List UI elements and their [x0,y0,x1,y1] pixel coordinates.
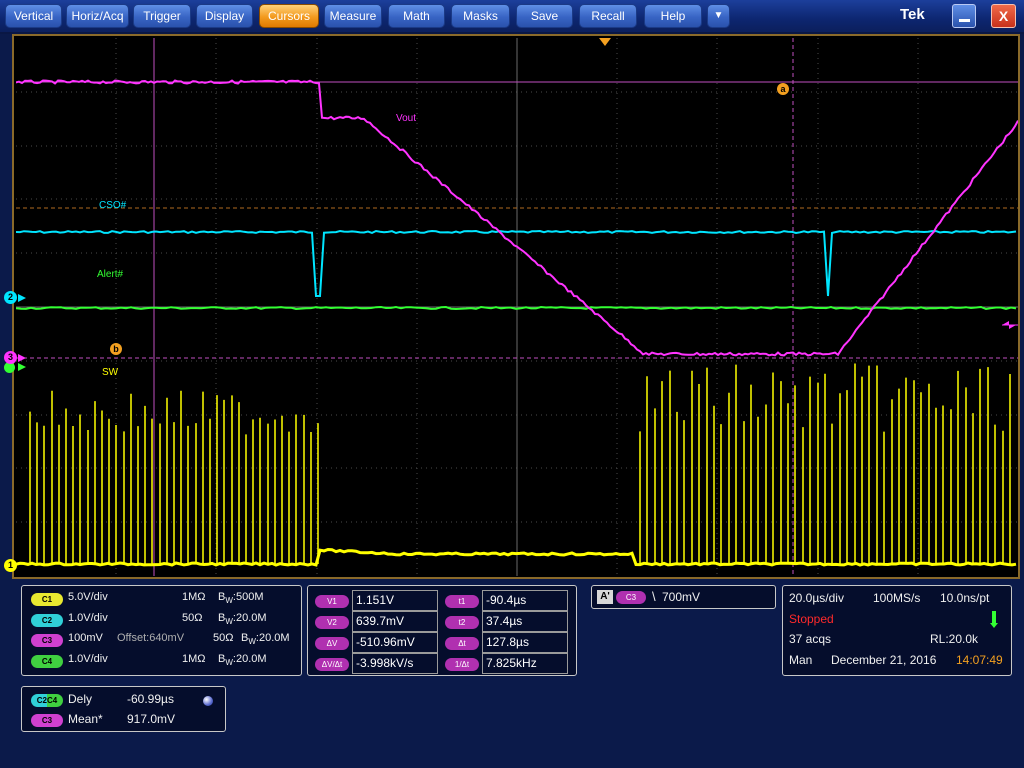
menu-cursors-button[interactable]: Cursors [259,4,319,28]
v2-value: 639.7mV [352,611,438,632]
ch1-ground-marker[interactable]: 1 [4,559,17,572]
t1-badge: t1 [445,595,479,608]
menu-math-button[interactable]: Math [388,4,445,28]
measurement-panel[interactable]: C2C4 Dely -60.99µs C3 Mean* 917.0mV [21,686,226,732]
acquisition-panel[interactable]: 20.0µs/div 100MS/s 10.0ns/pt Stopped 37 … [782,585,1012,676]
t1-value: -90.4µs [482,590,568,611]
t2-value: 37.4µs [482,611,568,632]
timebase: 20.0µs/div [789,591,844,605]
trace-ch1-sw [16,363,1017,567]
ch1-badge[interactable]: C1 [31,593,63,606]
ch3-impedance: 50Ω [213,632,234,644]
v1-value: 1.151V [352,590,438,611]
close-button[interactable]: X [991,4,1016,28]
ch3-arrow-icon [18,354,26,362]
trigger-mode-badge: A' [597,590,613,604]
dt-badge: Δt [445,637,479,650]
trigger-slope-icon: \ [652,589,656,604]
menu-vertical-button[interactable]: Vertical [5,4,62,28]
menu-display-button[interactable]: Display [196,4,253,28]
meas1-name: Dely [68,692,93,706]
trigger-panel[interactable]: A' C3 \ 700mV [591,585,776,609]
ch4-bandwidth: BW:20.0M [218,653,267,668]
ch4-arrow-icon [18,363,26,371]
ch1-scale: 5.0V/div [68,591,108,603]
ch2-scale: 1.0V/div [68,612,108,624]
dvdt-value: -3.998kV/s [352,653,438,674]
brand-logo: Tek [900,6,925,23]
v1-badge: V1 [315,595,349,608]
meas2-value: 917.0mV [127,712,176,726]
acq-mode: Man [789,653,813,667]
acq-time: 14:07:49 [956,653,1003,667]
cso-label: CSO# [99,200,127,211]
dv-value: -510.96mV [352,632,438,653]
resolution: 10.0ns/pt [940,591,990,605]
menu-masks-button[interactable]: Masks [451,4,510,28]
v2-badge: V2 [315,616,349,629]
ch2-impedance: 50Ω [182,612,203,624]
meas1-source-badge: C2C4 [31,694,63,707]
trigger-source-badge: C3 [616,591,646,604]
dvdt-badge: ΔV/Δt [315,658,349,671]
ch3-badge[interactable]: C3 [31,634,63,647]
menu-save-button[interactable]: Save [516,4,573,28]
cursor-b-tag[interactable]: b [110,343,122,355]
minimize-icon [959,19,970,22]
minimize-button[interactable] [952,4,976,28]
inv-dt-value: 7.825kHz [482,653,568,674]
acq-count: 37 acqs [789,632,832,646]
sample-rate: 100MS/s [873,591,921,605]
ch4-impedance: 1MΩ [182,653,206,665]
t2-badge: t2 [445,616,479,629]
menu-measure-button[interactable]: Measure [324,4,382,28]
menu-help-button[interactable]: Help [644,4,702,28]
acq-date: December 21, 2016 [831,653,937,667]
inv-dt-badge: 1/Δt [445,658,479,671]
vout-label: Vout [396,113,417,124]
trigger-level: 700mV [662,590,701,604]
ch4-scale: 1.0V/div [68,653,108,665]
info-icon[interactable] [203,696,213,706]
meas2-source-badge: C3 [31,714,63,727]
record-length: RL:20.0k [930,632,979,646]
cursor-a-tag[interactable]: a [777,83,789,95]
menu-trigger-button[interactable]: Trigger [133,4,191,28]
cursor-readout-panel[interactable]: V1 1.151V V2 639.7mV ΔV -510.96mV ΔV/Δt … [307,585,577,676]
acq-state: Stopped [789,612,834,626]
ch2-ground-marker[interactable]: 2 [4,291,17,304]
trace-ch2-cso [16,229,1017,297]
trigger-position-icon[interactable] [599,38,611,46]
meas1-value: -60.99µs [127,692,174,706]
menu-more-button[interactable]: ▼ [707,4,730,28]
meas2-name: Mean* [68,712,103,726]
ch3-bandwidth: BW:20.0M [241,632,290,647]
menu-bar: Vertical Horiz/Acq Trigger Display Curso… [0,0,1024,34]
ch3-ground-marker[interactable]: 3 [4,351,17,364]
channel-settings-panel[interactable]: C1 5.0V/div 1MΩ BW:500M C2 1.0V/div 50Ω … [21,585,302,676]
ch4-badge[interactable]: C4 [31,655,63,668]
ch2-arrow-icon [18,294,26,302]
ch1-bandwidth: BW:500M [218,591,264,606]
sw-label: SW [102,367,119,378]
ch3-scale: 100mV [68,632,103,644]
dt-value: 127.8µs [482,632,568,653]
waveform-graticule[interactable] [16,38,1018,576]
ch1-impedance: 1MΩ [182,591,206,603]
ch2-bandwidth: BW:20.0M [218,612,267,627]
dv-badge: ΔV [315,637,349,650]
ch3-offset: Offset:640mV [117,632,185,644]
ch2-badge[interactable]: C2 [31,614,63,627]
menu-recall-button[interactable]: Recall [579,4,637,28]
alert-label: Alert# [97,269,124,280]
menu-horiz-acq-button[interactable]: Horiz/Acq [66,4,129,28]
